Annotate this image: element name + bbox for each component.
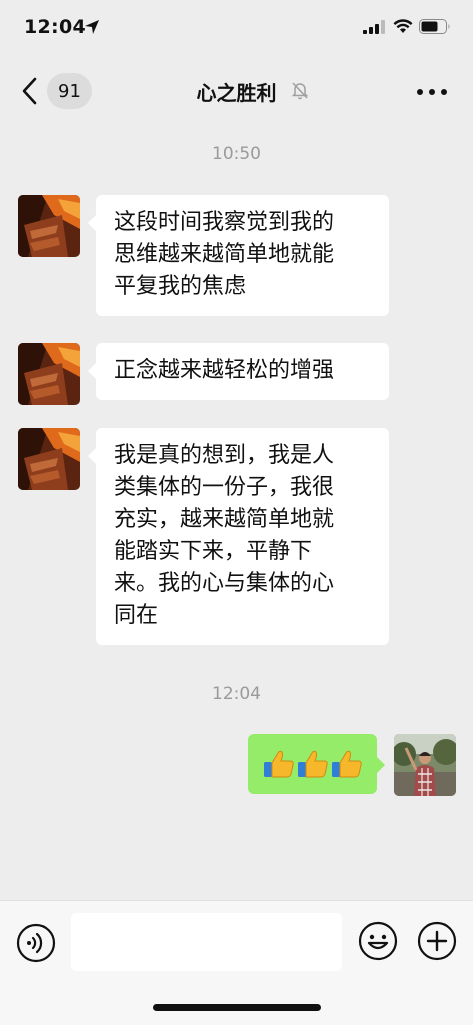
message-line: 这段时间我察觉到我的 [114,210,335,235]
contact-avatar[interactable] [18,195,80,257]
message-timestamp: 10:50 [212,144,261,164]
message-line: 能踏实下来，平静下 [114,539,313,564]
message-bubble[interactable]: 正念越来越轻松的增强 [88,343,389,400]
chat-header: 91 心之胜利 [0,56,473,124]
self-avatar[interactable] [394,734,456,796]
voice-input-icon[interactable] [16,923,56,963]
self-message-bubble[interactable] [248,734,385,794]
message-line: 同在 [114,603,159,628]
wifi-icon [393,19,413,33]
thumbs-up-icon [263,750,294,778]
contact-avatar[interactable] [18,428,80,490]
message-bubble[interactable]: 我是真的想到，我是人 类集体的一份子，我很 充实，越来越简单地就 能踏实下来，平… [88,428,389,645]
battery-icon [419,19,450,34]
home-indicator[interactable] [153,1004,321,1011]
message-line: 正念越来越轻松的增强 [114,358,335,383]
message-line: 类集体的一份子，我很 [114,475,335,500]
thumbs-up-icon [297,750,328,778]
message-line: 思维越来越简单地就能 [114,242,335,267]
contact-avatar[interactable] [18,343,80,405]
message-line: 平复我的焦虑 [114,274,247,299]
cellular-signal-icon [363,20,385,34]
emoji-icon[interactable] [358,921,398,961]
thumbs-up-emoji-group [248,734,377,794]
message-text-input[interactable] [71,913,342,971]
mute-bell-icon [291,82,309,100]
message-bubble[interactable]: 这段时间我察觉到我的 思维越来越简单地就能 平复我的焦虑 [88,195,389,316]
plus-more-icon[interactable] [417,921,457,961]
message-line: 来。我的心与集体的心 [114,571,335,596]
thumbs-up-icon [331,750,362,778]
status-bar: 12:04 [0,0,473,56]
message-line: 充实，越来越简单地就 [114,507,335,532]
status-time: 12:04 [24,16,86,38]
message-timestamp: 12:04 [212,684,261,704]
chat-title: 心之胜利 [196,81,277,105]
message-line: 我是真的想到，我是人 [114,443,335,468]
location-arrow-icon [85,20,99,34]
more-options-icon[interactable] [416,88,448,96]
